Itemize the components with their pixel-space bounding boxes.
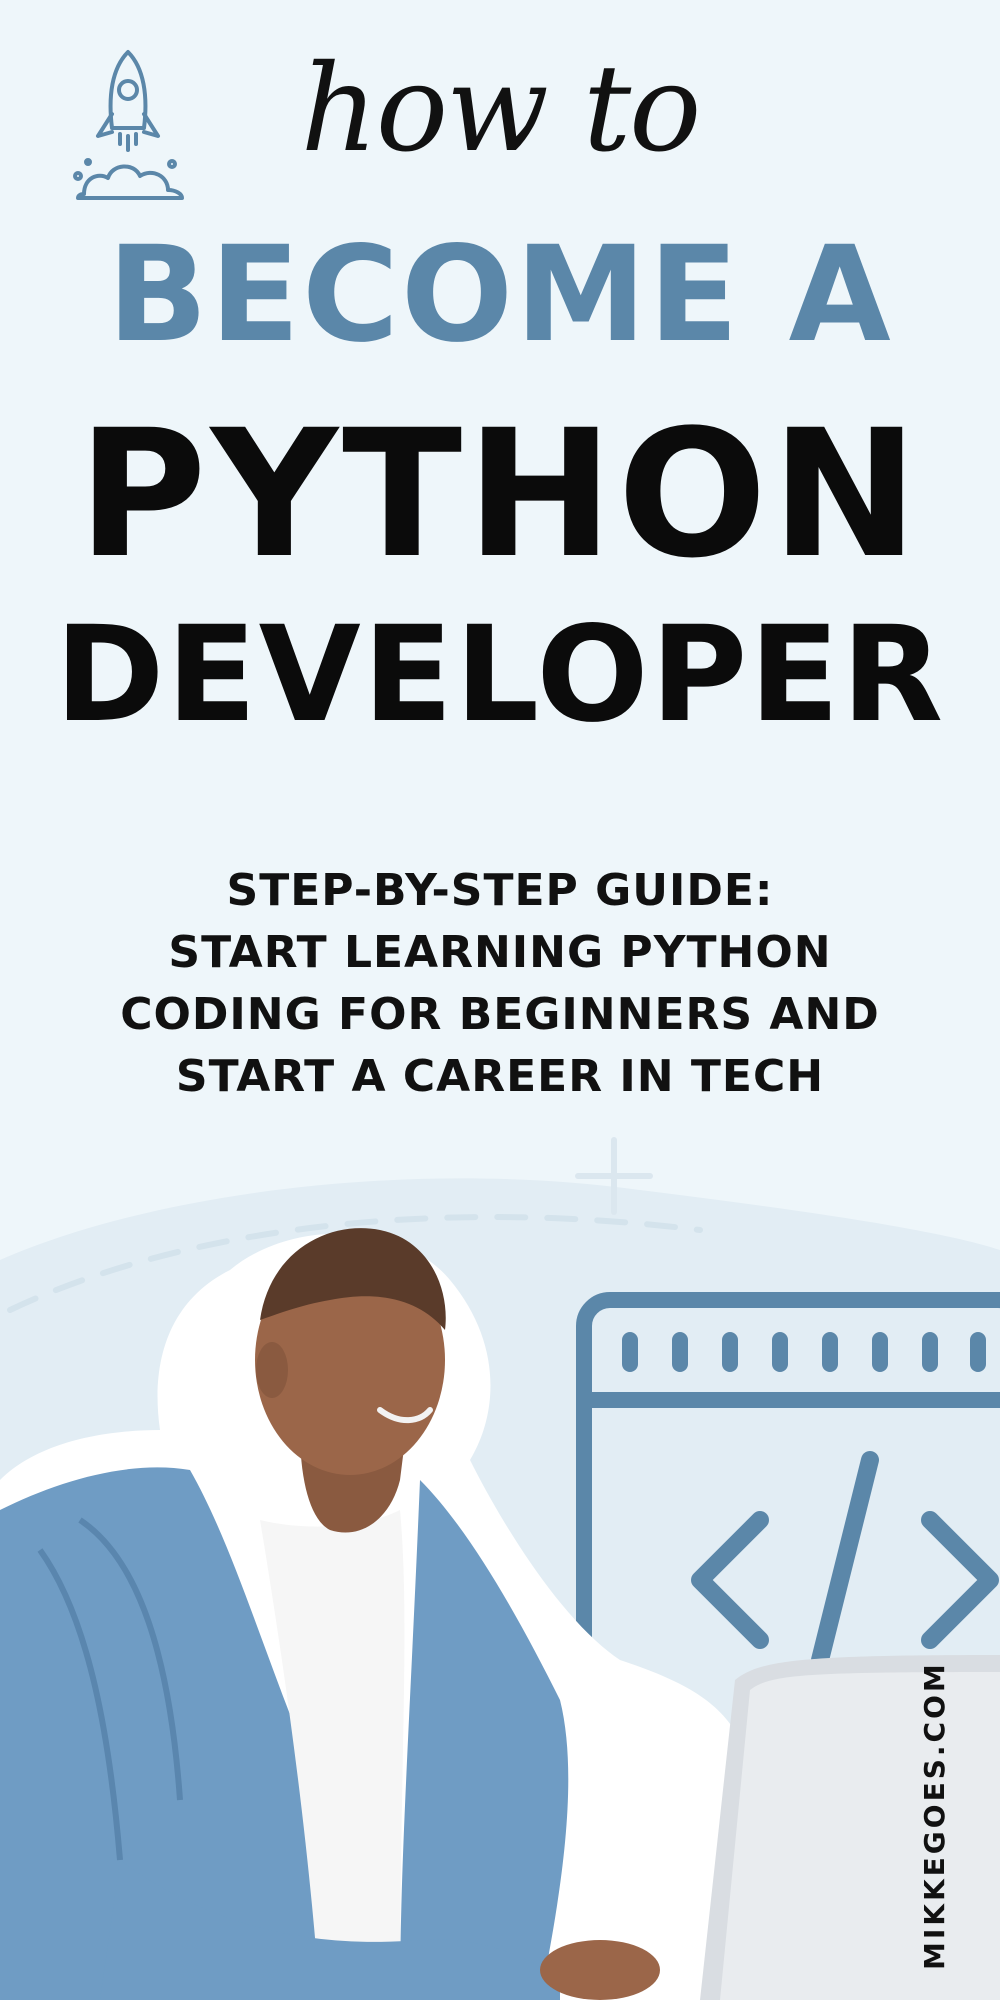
pin-graphic: how to BECOME A PYTHON DEVELOPER STEP-BY… (0, 0, 1000, 2000)
subtitle-line: START A CAREER IN TECH (175, 1051, 825, 1102)
subtitle-line: START LEARNING PYTHON (168, 927, 832, 978)
subtitle: STEP-BY-STEP GUIDE: START LEARNING PYTHO… (0, 860, 1000, 1108)
subtitle-line: CODING FOR BEGINNERS AND (120, 989, 880, 1040)
subtitle-line: STEP-BY-STEP GUIDE: (226, 865, 774, 916)
person-with-laptop-photo (0, 1228, 1000, 2000)
illustration (0, 1100, 1000, 2000)
headline-become: BECOME A (107, 218, 893, 372)
website-url: MIKKEGOES.COM (918, 1661, 951, 1970)
headline-developer: DEVELOPER (54, 598, 946, 752)
headline-python: PYTHON (77, 392, 923, 597)
script-title: how to (300, 40, 702, 179)
